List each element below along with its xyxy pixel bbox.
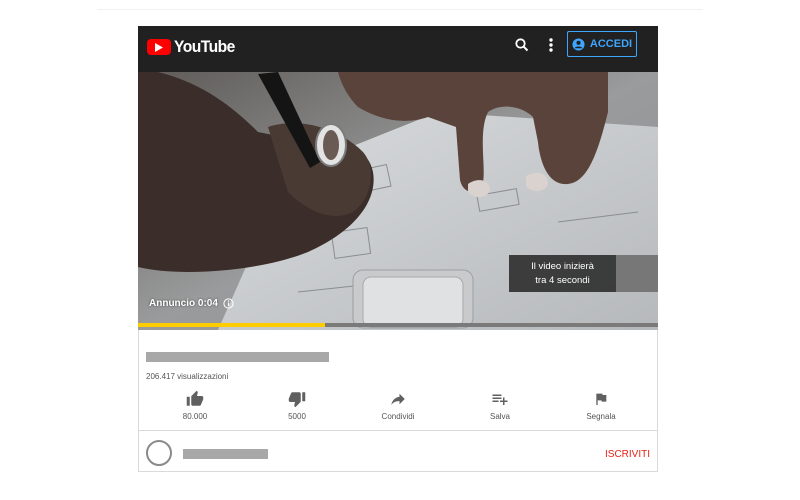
- like-count: 80.000: [182, 412, 208, 421]
- report-button[interactable]: Segnala: [571, 388, 631, 421]
- search-icon[interactable]: [513, 36, 531, 54]
- video-starts-in-notice: Il video inizierà tra 4 secondi: [509, 255, 616, 292]
- thumb-up-icon: [186, 390, 204, 406]
- video-starts-line-1: Il video inizierà: [531, 260, 594, 272]
- youtube-embed: YouTube ACCEDI Annuncio 0:04 Il video in…: [138, 26, 658, 472]
- video-starts-line-2: tra 4 secondi: [535, 274, 590, 286]
- video-player[interactable]: Annuncio 0:04 Il video inizierà tra 4 se…: [138, 72, 658, 330]
- sign-in-label: ACCEDI: [589, 38, 633, 50]
- ad-progress-bar[interactable]: [138, 323, 658, 327]
- report-label: Segnala: [586, 412, 616, 421]
- youtube-brand-text: YouTube: [174, 37, 235, 56]
- share-label: Condividi: [381, 412, 415, 421]
- flag-icon: [596, 393, 607, 405]
- view-count: 206.417 visualizzazioni: [146, 372, 229, 381]
- ad-countdown-label: Annuncio 0:04: [149, 298, 234, 309]
- video-thumbnail-preview: [616, 255, 658, 292]
- like-button[interactable]: 80.000: [165, 388, 225, 421]
- channel-avatar[interactable]: [146, 440, 172, 466]
- action-bar: 80.000 5000 Condividi Salva Segnala: [139, 388, 657, 426]
- youtube-play-icon: [147, 39, 171, 55]
- youtube-logo[interactable]: YouTube: [147, 37, 240, 57]
- info-icon[interactable]: [223, 298, 234, 309]
- video-title-placeholder: [146, 352, 329, 362]
- video-info-panel: 206.417 visualizzazioni 80.000 5000 Cond…: [138, 330, 658, 472]
- subscribe-button[interactable]: ISCRIVITI: [605, 449, 650, 460]
- ad-progress-fill: [138, 323, 326, 327]
- channel-divider: [139, 430, 657, 431]
- save-label: Salva: [489, 412, 510, 421]
- channel-name-placeholder: [183, 449, 268, 459]
- dislike-count: 5000: [288, 412, 306, 421]
- youtube-header: YouTube ACCEDI: [138, 26, 658, 72]
- save-button[interactable]: Salva: [470, 388, 530, 421]
- thumb-down-icon: [288, 392, 306, 408]
- account-icon: [572, 37, 585, 51]
- share-button[interactable]: Condividi: [368, 388, 428, 421]
- ad-countdown-text: Annuncio 0:04: [149, 298, 218, 309]
- more-options-icon[interactable]: [543, 35, 559, 55]
- share-icon: [391, 393, 405, 405]
- top-divider: [97, 9, 703, 10]
- playlist-add-icon: [492, 394, 508, 405]
- sign-in-button[interactable]: ACCEDI: [567, 31, 637, 57]
- dislike-button[interactable]: 5000: [267, 388, 327, 421]
